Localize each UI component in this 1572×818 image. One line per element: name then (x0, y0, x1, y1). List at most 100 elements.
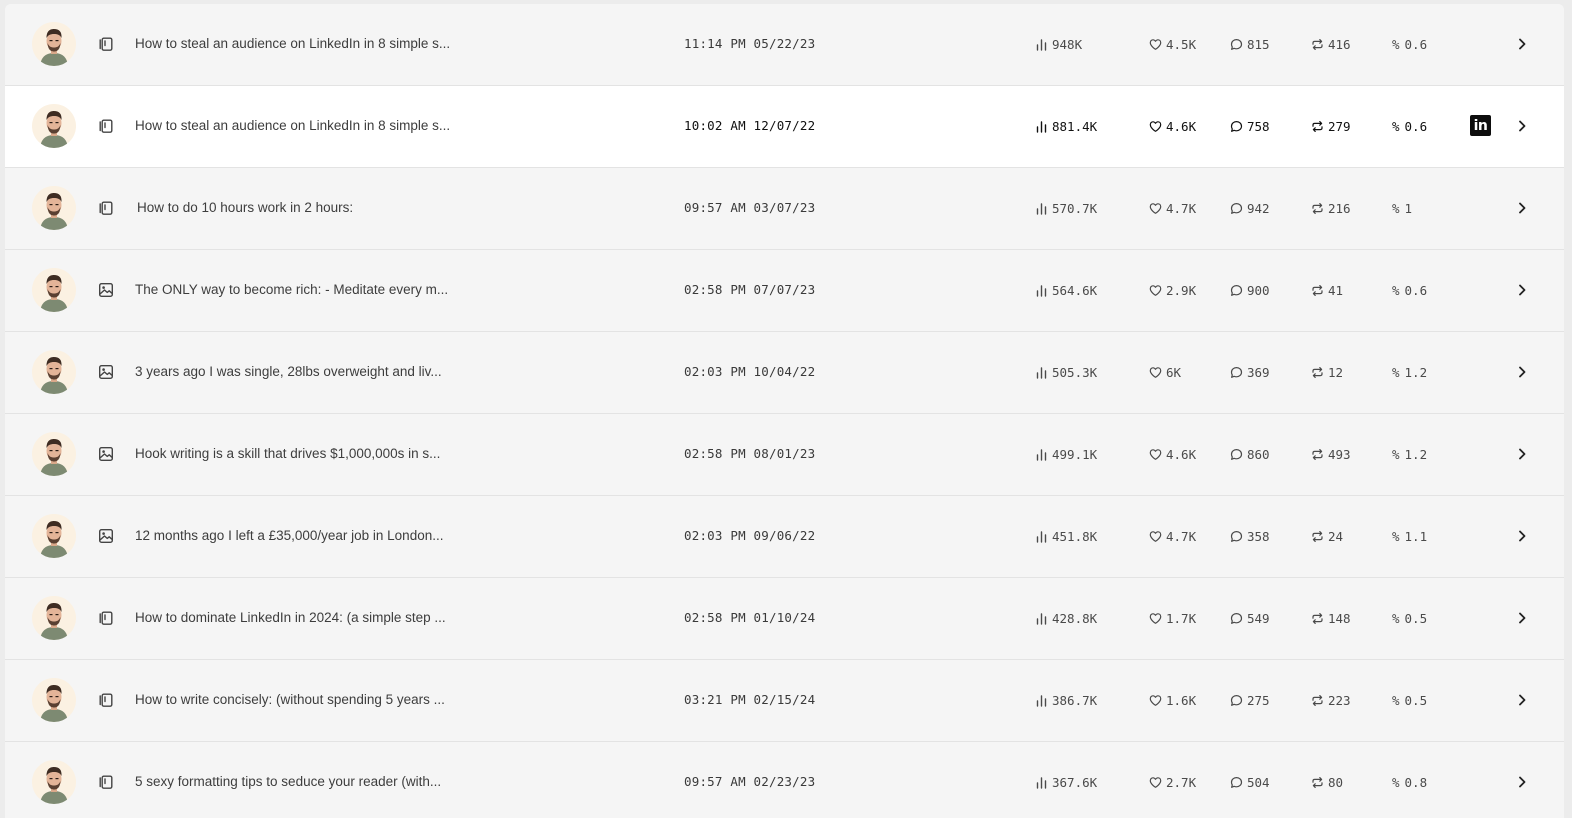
views-value: 570.7K (1052, 200, 1098, 216)
chevron-right-icon[interactable] (1515, 200, 1529, 216)
views-metric: 505.3K (1035, 363, 1097, 381)
views-metric: 386.7K (1035, 691, 1097, 709)
bar-chart-icon (1035, 776, 1048, 789)
comments-metric: 358 (1230, 527, 1270, 545)
engagement-rate-metric: % 1.2 (1392, 363, 1427, 381)
likes-value: 2.7K (1166, 774, 1197, 790)
likes-metric: 6K (1149, 363, 1181, 381)
likes-metric: 2.7K (1149, 773, 1196, 791)
bar-chart-icon (1035, 530, 1048, 543)
avatar (32, 268, 76, 312)
comment-icon (1230, 202, 1243, 215)
likes-value: 1.7K (1166, 610, 1197, 626)
carousel-icon (97, 609, 115, 627)
post-date: 02:58 PM 07/07/23 (684, 282, 816, 297)
likes-metric: 4.6K (1149, 445, 1196, 463)
linkedin-icon[interactable]: in (1470, 115, 1491, 136)
post-row[interactable]: Hook writing is a skill that drives $1,0… (5, 414, 1564, 496)
post-title[interactable]: How to write concisely: (without spendin… (135, 691, 555, 709)
post-row[interactable]: How to do 10 hours work in 2 hours: 09:5… (5, 168, 1564, 250)
rate-value: 0.5 (1404, 610, 1428, 626)
reposts-metric: 279 (1311, 117, 1351, 135)
views-value: 451.8K (1052, 528, 1098, 544)
rate-value: 0.6 (1404, 118, 1428, 134)
views-metric: 428.8K (1035, 609, 1097, 627)
likes-value: 2.9K (1166, 282, 1197, 298)
post-row[interactable]: How to write concisely: (without spendin… (5, 660, 1564, 742)
chevron-right-icon[interactable] (1515, 610, 1529, 626)
likes-value: 4.5K (1166, 36, 1197, 52)
reposts-metric: 80 (1311, 773, 1343, 791)
reposts-value: 80 (1328, 774, 1344, 790)
chevron-right-icon[interactable] (1515, 118, 1529, 134)
views-metric: 367.6K (1035, 773, 1097, 791)
comments-metric: 369 (1230, 363, 1270, 381)
post-title[interactable]: Hook writing is a skill that drives $1,0… (135, 445, 555, 463)
reposts-value: 223 (1328, 692, 1351, 708)
engagement-rate-metric: % 0.6 (1392, 35, 1427, 53)
views-value: 428.8K (1052, 610, 1098, 626)
post-row[interactable]: 12 months ago I left a £35,000/year job … (5, 496, 1564, 578)
likes-metric: 1.6K (1149, 691, 1196, 709)
comment-icon (1230, 366, 1243, 379)
post-title[interactable]: How to do 10 hours work in 2 hours: (137, 199, 557, 217)
comments-value: 549 (1247, 610, 1270, 626)
comment-icon (1230, 38, 1243, 51)
reposts-value: 493 (1328, 446, 1351, 462)
heart-icon (1149, 694, 1162, 707)
post-row[interactable]: How to dominate LinkedIn in 2024: (a sim… (5, 578, 1564, 660)
chevron-right-icon[interactable] (1515, 528, 1529, 544)
post-title[interactable]: 5 sexy formatting tips to seduce your re… (135, 773, 555, 791)
post-title[interactable]: How to dominate LinkedIn in 2024: (a sim… (135, 609, 555, 627)
engagement-rate-metric: % 0.6 (1392, 117, 1427, 135)
chevron-right-icon[interactable] (1515, 364, 1529, 380)
comments-value: 942 (1247, 200, 1270, 216)
percent-icon: % (1392, 692, 1400, 708)
reposts-value: 24 (1328, 528, 1344, 544)
views-metric: 881.4K (1035, 117, 1097, 135)
chevron-right-icon[interactable] (1515, 774, 1529, 790)
chevron-right-icon[interactable] (1515, 282, 1529, 298)
chevron-right-icon[interactable] (1515, 36, 1529, 52)
repost-icon (1311, 612, 1324, 625)
post-row[interactable]: 5 sexy formatting tips to seduce your re… (5, 742, 1564, 818)
repost-icon (1311, 38, 1324, 51)
post-row[interactable]: 3 years ago I was single, 28lbs overweig… (5, 332, 1564, 414)
rate-value: 0.5 (1404, 692, 1428, 708)
reposts-metric: 216 (1311, 199, 1351, 217)
reposts-value: 12 (1328, 364, 1344, 380)
post-title[interactable]: 12 months ago I left a £35,000/year job … (135, 527, 555, 545)
image-icon (97, 363, 115, 381)
post-title[interactable]: How to steal an audience on LinkedIn in … (135, 117, 555, 135)
image-icon (97, 445, 115, 463)
comments-metric: 860 (1230, 445, 1270, 463)
post-title[interactable]: 3 years ago I was single, 28lbs overweig… (135, 363, 555, 381)
carousel-icon (97, 35, 115, 53)
comments-value: 758 (1247, 118, 1270, 134)
post-row[interactable]: The ONLY way to become rich: - Meditate … (5, 250, 1564, 332)
post-row[interactable]: How to steal an audience on LinkedIn in … (5, 86, 1564, 168)
bar-chart-icon (1035, 38, 1048, 51)
chevron-right-icon[interactable] (1515, 692, 1529, 708)
engagement-rate-metric: % 0.5 (1392, 609, 1427, 627)
post-title[interactable]: How to steal an audience on LinkedIn in … (135, 35, 555, 53)
rate-value: 0.6 (1404, 282, 1428, 298)
post-title[interactable]: The ONLY way to become rich: - Meditate … (135, 281, 555, 299)
posts-list: How to steal an audience on LinkedIn in … (5, 4, 1564, 818)
likes-metric: 4.5K (1149, 35, 1196, 53)
repost-icon (1311, 530, 1324, 543)
avatar (32, 678, 76, 722)
heart-icon (1149, 612, 1162, 625)
avatar (32, 186, 76, 230)
comment-icon (1230, 448, 1243, 461)
post-row[interactable]: How to steal an audience on LinkedIn in … (5, 4, 1564, 86)
engagement-rate-metric: % 0.6 (1392, 281, 1427, 299)
avatar (32, 350, 76, 394)
chevron-right-icon[interactable] (1515, 446, 1529, 462)
percent-icon: % (1392, 118, 1400, 134)
comments-metric: 504 (1230, 773, 1270, 791)
engagement-rate-metric: % 0.5 (1392, 691, 1427, 709)
image-icon (97, 281, 115, 299)
post-date: 09:57 AM 02/23/23 (684, 774, 816, 789)
carousel-icon (97, 117, 115, 135)
